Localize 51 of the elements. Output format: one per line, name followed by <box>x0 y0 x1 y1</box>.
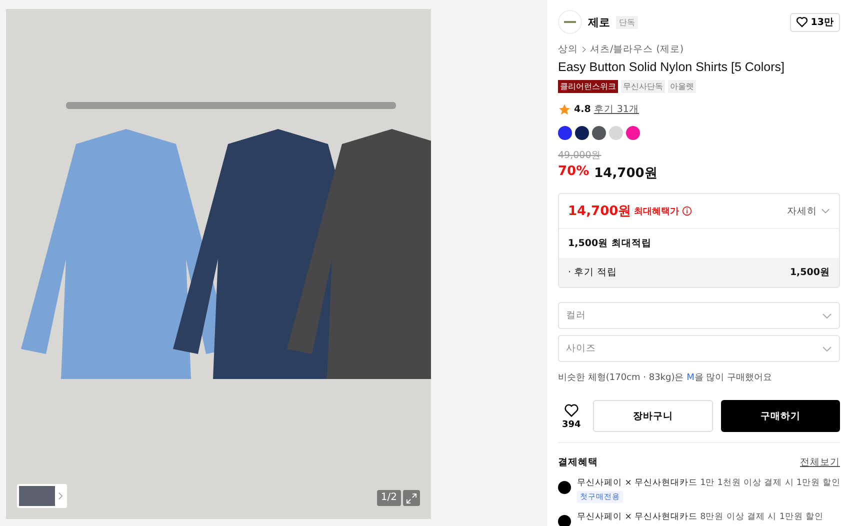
chevron-down-icon <box>821 208 830 214</box>
breadcrumb-link[interactable]: 셔츠/블라우스 (제로) <box>590 43 684 56</box>
discount-rate: 70% <box>558 164 590 181</box>
original-price: 49,000원 <box>558 149 602 162</box>
cart-button[interactable]: 장바구니 <box>592 400 714 432</box>
brand-name[interactable]: 제로 <box>588 14 610 30</box>
exclusive-tag: 단독 <box>616 16 638 28</box>
points-value: 1,500원 <box>790 266 830 279</box>
brand-logo[interactable] <box>558 10 582 34</box>
details-toggle[interactable]: 자세히 <box>787 204 830 218</box>
reviews-link[interactable]: 후기 31개 <box>594 103 639 116</box>
info-icon[interactable] <box>682 206 692 216</box>
wishlist-button[interactable]: 394 <box>558 402 585 430</box>
option-dropdown[interactable]: 컬러 <box>558 302 840 329</box>
product-tag: 아울렛 <box>668 80 696 93</box>
thumbnail-strip[interactable] <box>17 484 67 508</box>
product-tag: 클리어런스위크 <box>558 80 618 93</box>
max-points-text: 1,500원 최대적립 <box>567 237 652 251</box>
size-recommendation: 비슷한 체형(170cm · 83kg)은 M을 많이 구매했어요 <box>558 372 774 384</box>
section-title: 결제혜택 <box>558 456 598 469</box>
heart-icon <box>564 402 579 418</box>
heart-icon <box>796 16 808 28</box>
color-swatch[interactable] <box>592 126 606 140</box>
max-benefit-label: 최대혜택가 <box>634 206 680 218</box>
product-title: Easy Button Solid Nylon Shirts [5 Colors] <box>558 60 786 74</box>
image-counter: 1/2 <box>376 490 401 506</box>
chevron-right-icon <box>58 492 63 500</box>
product-tag: 무신사단독 <box>621 80 665 93</box>
color-swatch[interactable] <box>575 126 589 140</box>
thumbnail-image <box>19 486 55 506</box>
chevron-right-icon <box>582 46 586 53</box>
card-logo-icon <box>558 481 571 494</box>
chevron-down-icon <box>822 312 832 318</box>
color-swatch[interactable] <box>558 126 572 140</box>
rating-score: 4.8 <box>574 104 591 115</box>
star-icon <box>558 103 571 116</box>
breadcrumb-link[interactable]: 상의 <box>558 43 578 56</box>
payment-benefit-text: 무신사페이 × 무신사현대카드 8만원 이상 결제 시 1만원 할인 <box>577 511 824 523</box>
chevron-down-icon <box>822 346 832 352</box>
option-dropdown[interactable]: 사이즈 <box>558 335 840 362</box>
like-button[interactable]: 13만 <box>790 12 840 32</box>
color-swatch[interactable] <box>609 126 623 140</box>
buy-button[interactable]: 구매하기 <box>721 400 840 432</box>
payment-benefit-text: 무신사페이 × 무신사현대카드 1만 1천원 이상 결제 시 1만원 할인 <box>577 477 841 489</box>
points-label: · 후기 적립 <box>568 266 618 279</box>
view-all-link[interactable]: 전체보기 <box>800 456 840 469</box>
expand-button[interactable] <box>403 490 420 506</box>
sale-price: 14,700원 <box>594 165 658 182</box>
max-benefit-price: 14,700원 <box>568 203 632 220</box>
card-logo-icon <box>558 515 571 526</box>
color-swatch[interactable] <box>626 126 640 140</box>
